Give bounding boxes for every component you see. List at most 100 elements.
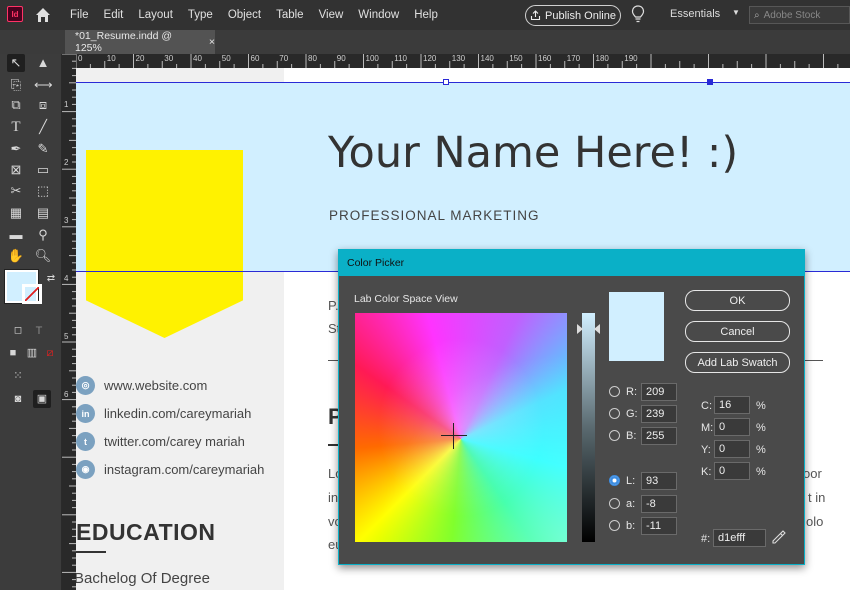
radio-b-lab[interactable] [609, 520, 620, 531]
r-field[interactable]: 209 [641, 383, 677, 401]
m-label: M: [701, 422, 714, 434]
zoom-tool-icon[interactable]: 🔍︎ [34, 247, 52, 265]
apply-color-icon[interactable]: ■ [4, 344, 22, 362]
selection-handle[interactable] [443, 79, 449, 85]
m-field[interactable]: 0 [714, 418, 750, 436]
type-tool-icon[interactable]: T [7, 118, 25, 136]
m-unit: % [756, 422, 766, 434]
gap-tool-icon[interactable]: ⟷ [34, 76, 53, 94]
content-placer-icon[interactable]: ⧈ [34, 96, 52, 114]
ok-button[interactable]: OK [685, 290, 790, 311]
body-text-fragment: oor [803, 466, 822, 481]
home-icon[interactable] [34, 6, 52, 24]
adobe-stock-search[interactable]: ⌕ Adobe Stock [749, 6, 850, 24]
chevron-down-icon[interactable]: ▼ [732, 8, 740, 17]
stroke-color-swatch[interactable] [22, 284, 42, 304]
a-field[interactable]: -8 [641, 495, 677, 513]
c-field[interactable]: 16 [714, 396, 750, 414]
line-tool-icon[interactable]: ╱ [34, 118, 52, 136]
yellow-ribbon-shape[interactable] [86, 150, 243, 338]
menu-edit[interactable]: Edit [104, 9, 124, 21]
dialog-title-bar[interactable]: Color Picker [339, 250, 804, 276]
ruler-label: 100 [365, 54, 379, 63]
eyedropper-icon[interactable] [771, 529, 787, 545]
selection-tool-icon[interactable]: ↖ [7, 54, 25, 72]
swap-fill-stroke-icon[interactable]: ⇄ [42, 270, 60, 288]
color-crosshair[interactable] [441, 435, 467, 436]
radio-r[interactable] [609, 386, 620, 397]
radio-a[interactable] [609, 498, 620, 509]
social-link-linkedin[interactable]: in linkedin.com/careymariah [76, 404, 251, 423]
tools-panel: ↖ ▲ ⎘ ⟷ ⧉ ⧈ T ╱ ✒ ✎ ⊠ ▭ ✂ ⬚ ▦ ▤ ▬ ⚲ ✋ 🔍︎… [0, 54, 62, 590]
preview-mode-icon[interactable]: ▣ [33, 390, 51, 408]
resume-subtitle[interactable]: PROFESSIONAL MARKETING [329, 208, 540, 223]
frame-grid-icon[interactable]: ⁙ [9, 367, 27, 385]
add-lab-swatch-button[interactable]: Add Lab Swatch [685, 352, 790, 373]
menu-table[interactable]: Table [276, 9, 304, 21]
radio-b[interactable] [609, 430, 620, 441]
resume-name-heading[interactable]: Your Name Here! :) [328, 128, 738, 178]
scissors-tool-icon[interactable]: ✂ [7, 182, 25, 200]
horizontal-ruler[interactable]: 0 10 20 30 40 50 60 70 80 90 100 110 120 130 140 150 160… [76, 54, 850, 68]
close-tab-icon[interactable]: × [209, 36, 215, 48]
menu-layout[interactable]: Layout [138, 9, 173, 21]
ruler-label: 30 [164, 54, 174, 63]
l-field[interactable]: 93 [641, 472, 677, 490]
b-field[interactable]: 255 [641, 427, 677, 445]
g-field[interactable]: 239 [641, 405, 677, 423]
menu-help[interactable]: Help [414, 9, 438, 21]
publish-online-button[interactable]: Publish Online [525, 5, 621, 26]
apply-none-icon[interactable]: ⧄ [41, 344, 59, 362]
slider-handle-left-icon[interactable] [577, 324, 583, 334]
slider-handle-right-icon[interactable] [594, 324, 600, 334]
ruler-label: 20 [135, 54, 145, 63]
hand-tool-icon[interactable]: ✋ [7, 247, 25, 265]
menu-object[interactable]: Object [228, 9, 261, 21]
menu-file[interactable]: File [70, 9, 89, 21]
social-link-website[interactable]: ◎ www.website.com [76, 376, 207, 395]
degree-text[interactable]: Bachelog Of Degree [76, 570, 210, 587]
lightbulb-icon[interactable] [631, 5, 645, 23]
social-link-twitter[interactable]: t twitter.com/carey mariah [76, 432, 245, 451]
pencil-tool-icon[interactable]: ✎ [34, 140, 52, 158]
apply-gradient-icon[interactable]: ▥ [23, 344, 41, 362]
selection-handle[interactable] [707, 79, 713, 85]
color-crosshair[interactable] [453, 423, 454, 449]
document-tab[interactable]: *01_Resume.indd @ 125% × [65, 30, 215, 54]
instagram-icon: ◉ [76, 460, 95, 479]
direct-selection-tool-icon[interactable]: ▲ [34, 54, 52, 72]
radio-l[interactable] [609, 475, 620, 486]
gradient-feather-tool-icon[interactable]: ▤ [34, 204, 52, 222]
free-transform-tool-icon[interactable]: ⬚ [34, 182, 52, 200]
page-tool-icon[interactable]: ⎘ [7, 76, 25, 94]
lightness-slider[interactable] [582, 313, 595, 542]
gradient-swatch-tool-icon[interactable]: ▦ [7, 204, 25, 222]
content-collector-icon[interactable]: ⧉ [7, 96, 25, 114]
y-unit: % [756, 444, 766, 456]
b-lab-field[interactable]: -11 [641, 517, 677, 535]
workspace-switcher[interactable]: Essentials [670, 8, 720, 20]
menu-type[interactable]: Type [188, 9, 213, 21]
pen-tool-icon[interactable]: ✒ [7, 140, 25, 158]
vertical-ruler[interactable]: 1 2 3 4 5 6 [62, 54, 76, 590]
formatting-text-icon[interactable]: T [30, 322, 48, 340]
radio-g[interactable] [609, 408, 620, 419]
menu-view[interactable]: View [319, 9, 344, 21]
ruler-label: 180 [595, 54, 609, 63]
hex-field[interactable]: d1efff [713, 529, 766, 547]
normal-view-mode-icon[interactable]: ◙ [9, 390, 27, 408]
ruler-label: 1 [64, 100, 69, 109]
rectangle-frame-tool-icon[interactable]: ⊠ [7, 161, 25, 179]
note-tool-icon[interactable]: ▬ [7, 226, 25, 244]
color-field[interactable] [355, 313, 567, 542]
education-heading[interactable]: EDUCATION [76, 519, 216, 546]
menu-window[interactable]: Window [358, 9, 399, 21]
eyedropper-tool-icon[interactable]: ⚲ [34, 226, 52, 244]
y-field[interactable]: 0 [714, 440, 750, 458]
rectangle-tool-icon[interactable]: ▭ [34, 161, 52, 179]
menu-bar: File Edit Layout Type Object Table View … [70, 0, 453, 30]
social-link-instagram[interactable]: ◉ instagram.com/careymariah [76, 460, 264, 479]
formatting-container-icon[interactable]: ◻ [9, 322, 27, 340]
k-field[interactable]: 0 [714, 462, 750, 480]
cancel-button[interactable]: Cancel [685, 321, 790, 342]
